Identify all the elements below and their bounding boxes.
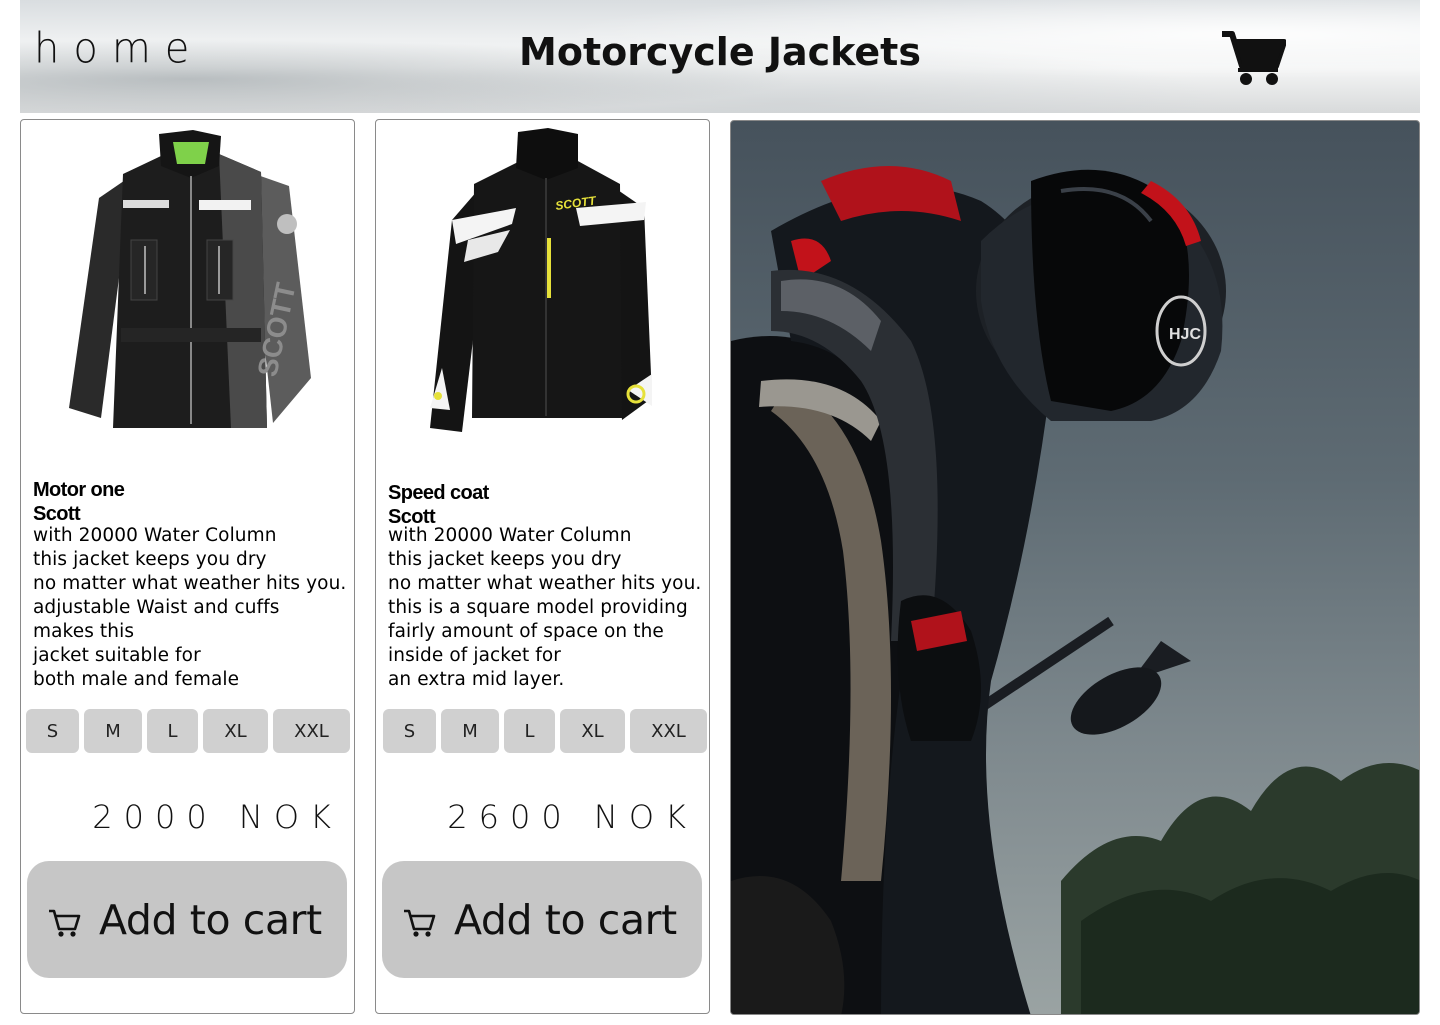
description-line: no matter what weather hits you. <box>388 573 702 594</box>
size-button-s[interactable]: S <box>383 709 436 753</box>
description-line: this jacket keeps you dry <box>33 549 267 570</box>
product-brand: Scott <box>33 503 81 525</box>
rider-illustration: HJC <box>731 166 1419 1014</box>
size-button-xl[interactable]: XL <box>560 709 625 753</box>
description-line: adjustable Waist and cuffs <box>33 597 280 618</box>
description-line: this is a square model providing <box>388 597 688 618</box>
product-description: with 20000 Water Column this jacket keep… <box>388 524 703 692</box>
add-to-cart-button[interactable]: Add to cart <box>382 861 702 978</box>
description-line: this jacket keeps you dry <box>388 549 622 570</box>
cart-icon <box>49 909 81 937</box>
description-line: with 20000 Water Column <box>388 525 632 546</box>
add-to-cart-button[interactable]: Add to cart <box>27 861 347 978</box>
product-name: Speed coat <box>388 482 489 504</box>
product-name: Motor one <box>33 479 125 501</box>
size-button-m[interactable]: M <box>441 709 499 753</box>
description-line: with 20000 Water Column <box>33 525 277 546</box>
product-image[interactable]: SCOTT <box>61 128 321 438</box>
description-line: no matter what weather hits you. <box>33 573 347 594</box>
product-image[interactable]: SCOTT <box>416 128 676 438</box>
size-button-m[interactable]: M <box>84 709 142 753</box>
product-card: SCOTT Motor one Scott with 20000 Water C… <box>20 119 355 1014</box>
add-to-cart-label: Add to cart <box>99 895 322 944</box>
product-price: 2000 NOK <box>92 798 342 836</box>
product-card: SCOTT Speed coat Scott with 20000 Water … <box>375 119 710 1014</box>
svg-text:HJC: HJC <box>1169 326 1201 343</box>
description-line: makes this <box>33 621 135 642</box>
page-title: Motorcycle Jackets <box>519 30 921 74</box>
product-name-block: Speed coat Scott <box>388 481 489 529</box>
description-line: an extra mid layer. <box>388 669 565 690</box>
add-to-cart-label: Add to cart <box>454 895 677 944</box>
shopping-cart-icon[interactable] <box>1220 30 1286 88</box>
size-selector: S M L XL XXL <box>383 709 707 753</box>
description-line: both male and female <box>33 669 240 690</box>
size-button-xxl[interactable]: XXL <box>630 709 707 753</box>
site-header: Home Motorcycle Jackets <box>20 0 1420 113</box>
description-line: jacket suitable for <box>33 645 201 666</box>
product-price: 2600 NOK <box>447 798 697 836</box>
size-button-s[interactable]: S <box>26 709 79 753</box>
description-line: fairly amount of space on the <box>388 621 664 642</box>
size-button-l[interactable]: L <box>504 709 555 753</box>
size-selector: S M L XL XXL <box>26 709 350 753</box>
hero-rider-image: HJC <box>730 120 1420 1015</box>
description-line: inside of jacket for <box>388 645 562 666</box>
product-name-block: Motor one Scott <box>33 478 125 526</box>
cart-icon <box>404 909 436 937</box>
size-button-xl[interactable]: XL <box>203 709 268 753</box>
size-button-l[interactable]: L <box>147 709 198 753</box>
size-button-xxl[interactable]: XXL <box>273 709 350 753</box>
product-description: with 20000 Water Column this jacket keep… <box>33 524 348 692</box>
